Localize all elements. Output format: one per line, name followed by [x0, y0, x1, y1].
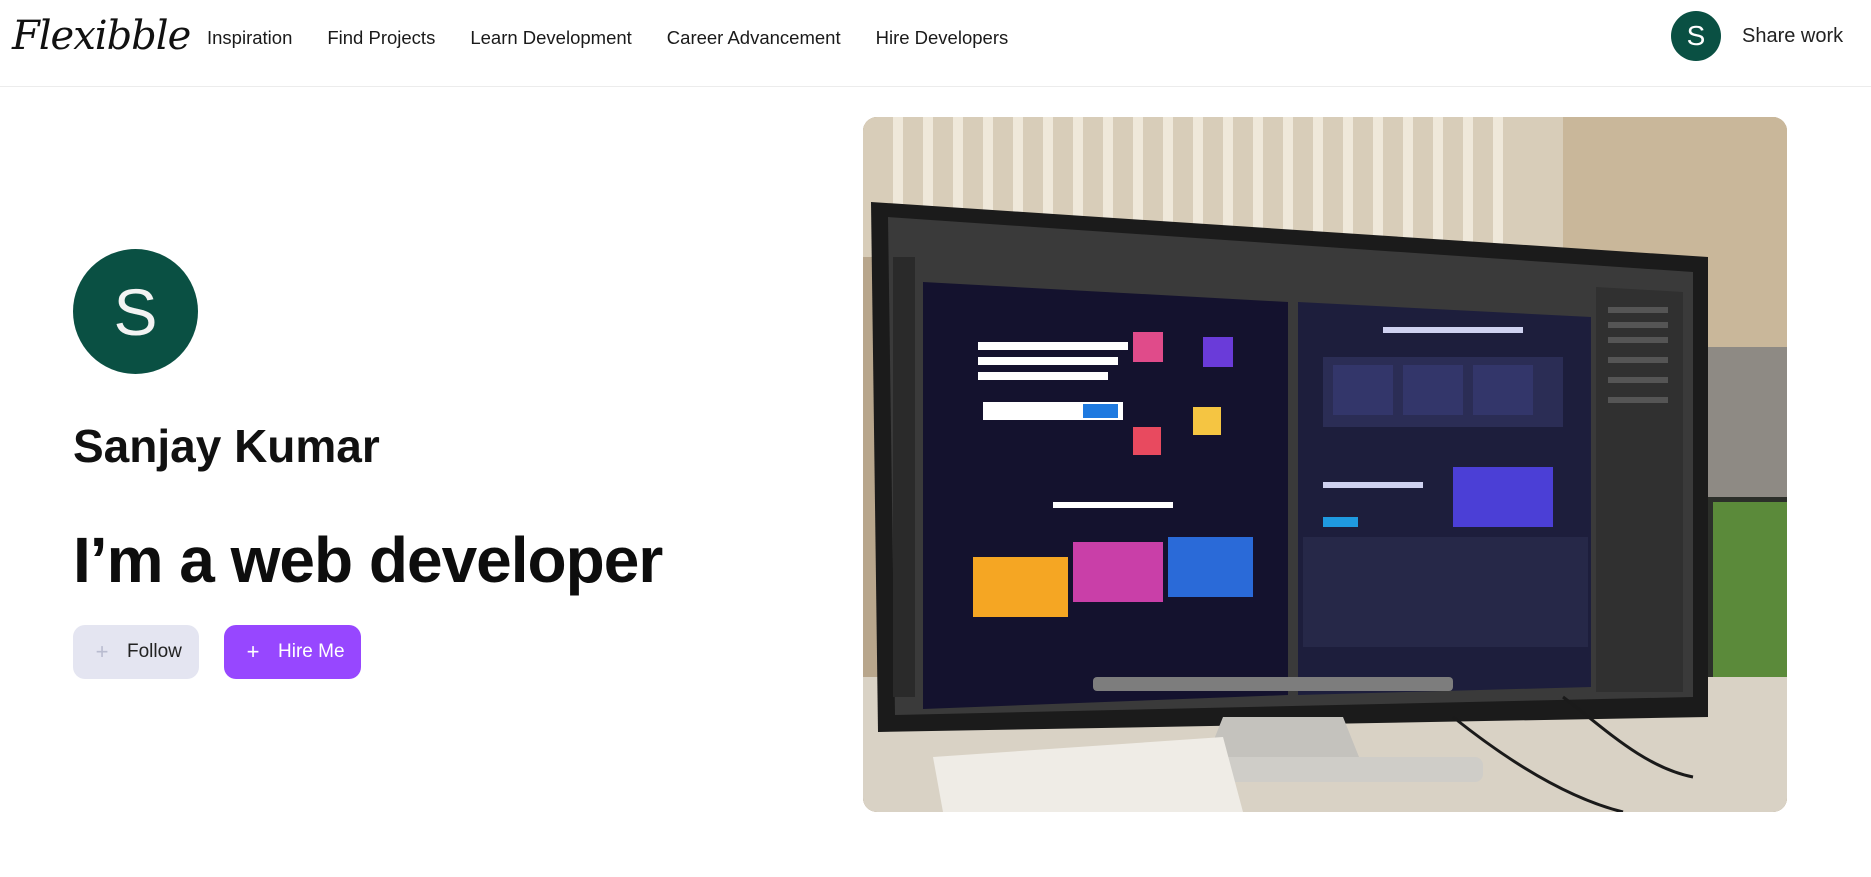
hire-me-button[interactable]: + Hire Me	[224, 625, 361, 679]
project-image[interactable]	[863, 117, 1787, 812]
nav-user-area: S Share work	[1671, 11, 1843, 61]
plus-icon: +	[95, 639, 109, 664]
flexibble-logo[interactable]: Flexibble	[12, 10, 191, 62]
nav-link-hire-developers[interactable]: Hire Developers	[876, 27, 1009, 49]
profile-section: S Sanjay Kumar I’m a web developer + Fol…	[73, 249, 793, 679]
profile-name: Sanjay Kumar	[73, 420, 380, 472]
nav-links: Inspiration Find Projects Learn Developm…	[207, 24, 1008, 52]
nav-link-learn-development[interactable]: Learn Development	[470, 27, 631, 49]
follow-button[interactable]: + Follow	[73, 625, 199, 679]
user-avatar[interactable]: S	[1671, 11, 1721, 61]
nav-link-inspiration[interactable]: Inspiration	[207, 27, 292, 49]
nav-link-find-projects[interactable]: Find Projects	[327, 27, 435, 49]
nav-link-career-advancement[interactable]: Career Advancement	[667, 27, 841, 49]
profile-actions: + Follow + Hire Me	[73, 625, 361, 679]
profile-avatar: S	[73, 249, 198, 374]
share-work-link[interactable]: Share work	[1742, 25, 1843, 48]
follow-button-label: Follow	[127, 641, 182, 662]
profile-tagline: I’m a web developer	[73, 524, 663, 596]
plus-icon: +	[246, 639, 260, 664]
top-navbar: Flexibble Inspiration Find Projects Lear…	[0, 0, 1871, 87]
monitor-photo	[863, 117, 1787, 812]
hire-me-button-label: Hire Me	[278, 641, 345, 662]
